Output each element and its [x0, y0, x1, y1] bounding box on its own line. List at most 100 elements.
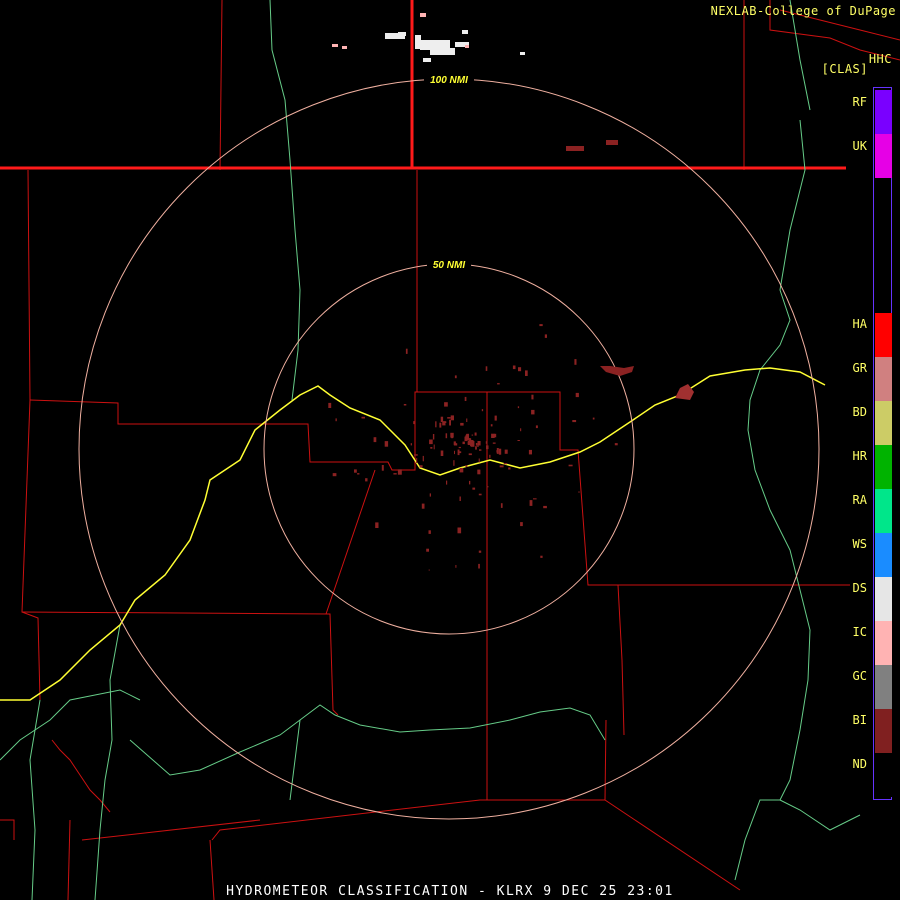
- clutter-echo: [435, 421, 437, 428]
- clutter-echo: [468, 453, 472, 456]
- clutter-echo: [490, 424, 493, 427]
- clutter-echo: [479, 449, 482, 451]
- legend-swatch-uk: [875, 134, 892, 178]
- legend-label-rf: RF: [852, 95, 867, 109]
- clutter-echo: [485, 366, 488, 371]
- clutter-echo: [494, 415, 497, 421]
- clutter-echo: [512, 365, 516, 370]
- clutter-echo: [459, 451, 462, 454]
- legend-swatch-gr: [875, 357, 892, 401]
- clutter-echoes: [328, 324, 618, 571]
- clutter-echo: [464, 396, 467, 401]
- clutter-echo: [373, 437, 377, 443]
- clutter-echo: [478, 563, 480, 569]
- clutter-echo: [465, 465, 468, 467]
- clutter-echo: [328, 402, 332, 408]
- clutter-echo: [614, 443, 618, 446]
- clutter-echo: [517, 406, 520, 409]
- product-caption: HYDROMETEOR CLASSIFICATION - KLRX 9 DEC …: [226, 884, 674, 899]
- legend-label-ha: HA: [852, 317, 867, 331]
- clutter-echo: [430, 447, 433, 449]
- legend-label-nd: ND: [852, 757, 867, 771]
- clutter-echo: [458, 446, 461, 449]
- clutter-echo: [531, 409, 535, 415]
- clutter-echo: [432, 434, 435, 440]
- range-ring-100-label: 100 NMI: [430, 75, 468, 86]
- clutter-echo: [428, 569, 430, 571]
- clutter-echo: [410, 443, 412, 446]
- clutter-echo: [357, 473, 360, 475]
- clutter-echo: [454, 375, 457, 379]
- clutter-echo: [470, 440, 472, 443]
- clutter-echo: [446, 480, 448, 485]
- clutter-echo: [450, 415, 454, 421]
- legend-label-hr: HR: [852, 449, 867, 463]
- clutter-echo: [531, 394, 534, 400]
- clutter-echo: [381, 465, 384, 471]
- clutter-echo: [592, 417, 595, 420]
- clutter-echo: [575, 392, 579, 398]
- echo-cluster-e: [675, 384, 694, 400]
- clutter-echo: [335, 418, 337, 422]
- clutter-echo: [574, 359, 577, 365]
- county-boundaries: [0, 0, 900, 900]
- clutter-echo: [419, 465, 423, 468]
- legend-swatch-ds: [875, 577, 892, 621]
- clutter-echo: [462, 441, 465, 445]
- clutter-echo: [445, 433, 448, 439]
- legend-label-gc: GC: [852, 669, 867, 683]
- legend-label-ds: DS: [852, 581, 867, 595]
- snow-echoes: [385, 30, 525, 62]
- clutter-echo: [578, 491, 580, 493]
- clutter-echo: [450, 432, 454, 438]
- clutter-echo: [477, 469, 481, 475]
- product-code-label: [CLAS]: [821, 62, 868, 76]
- range-ring-50-label: 50 NMI: [433, 260, 465, 271]
- clutter-echo: [491, 433, 495, 438]
- clutter-echo: [444, 402, 448, 407]
- site-id-label: HHC: [868, 52, 892, 66]
- clutter-echo: [498, 448, 502, 455]
- clutter-echo: [539, 324, 543, 327]
- radar-map: 100 NMI 50 NMI: [0, 0, 900, 900]
- clutter-echo: [447, 417, 451, 419]
- clutter-echo: [460, 422, 464, 426]
- clutter-echo: [568, 464, 573, 467]
- clutter-echo: [478, 458, 480, 463]
- clutter-echo: [475, 446, 477, 450]
- clutter-echo: [517, 440, 520, 441]
- clutter-echo: [497, 383, 500, 385]
- clutter-echo: [533, 498, 537, 500]
- clutter-echo: [499, 465, 504, 468]
- clutter-echo: [475, 443, 478, 446]
- clutter-echo: [445, 421, 447, 423]
- clutter-echo: [478, 550, 482, 553]
- range-ring-100: [78, 78, 820, 820]
- clutter-echo: [459, 496, 461, 501]
- clutter-echo: [393, 473, 397, 475]
- clutter-echo: [365, 478, 368, 482]
- clutter-echo: [449, 419, 451, 426]
- clutter-echo: [465, 435, 469, 440]
- clutter-echo: [500, 503, 503, 508]
- clutter-echo: [433, 444, 435, 450]
- clutter-echo: [466, 418, 468, 422]
- credit-label: NEXLAB-College of DuPage: [710, 4, 896, 18]
- legend-label-ic: IC: [852, 625, 867, 639]
- clutter-echo: [384, 441, 389, 447]
- clutter-echo: [413, 421, 415, 425]
- clutter-echo: [474, 432, 477, 436]
- clutter-echo: [520, 428, 522, 432]
- clutter-echo: [457, 527, 462, 534]
- clutter-echo: [440, 416, 444, 422]
- clutter-echo: [471, 434, 474, 436]
- clutter-echo: [508, 467, 511, 470]
- legend-label-bi: BI: [852, 713, 867, 727]
- legend-label-bd: BD: [852, 405, 867, 419]
- legend-label-ra: RA: [852, 493, 867, 507]
- clutter-echo: [361, 416, 365, 419]
- legend-swatch-hr: [875, 445, 892, 489]
- clutter-echo: [504, 449, 508, 454]
- echo-cluster-ne: [600, 366, 634, 376]
- clutter-echo: [422, 455, 424, 462]
